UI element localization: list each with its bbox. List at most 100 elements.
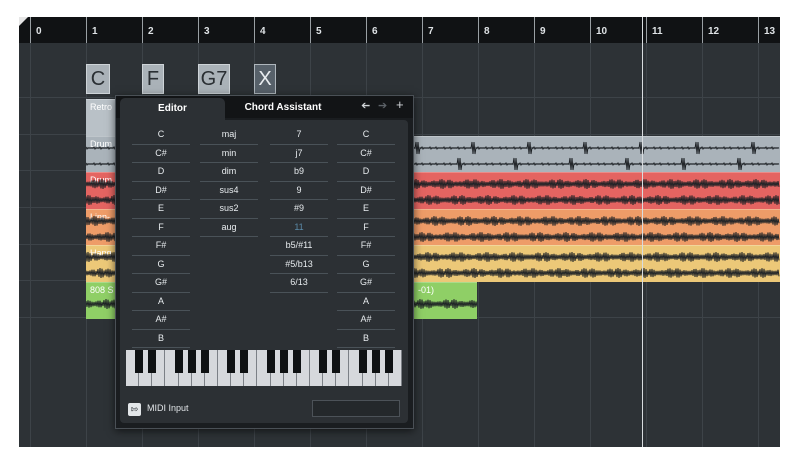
ruler-bar-tick: 4 [254,17,266,43]
piano-keyboard[interactable] [126,350,402,386]
chord-type-option[interactable]: sus4 [200,182,258,200]
root-note-column: C C# D D# E F F# G G# A A# B [132,126,190,348]
bass-note-option[interactable]: A# [337,311,395,330]
ruler-bar-tick: 13 [758,17,775,43]
timeline-ruler[interactable]: 0 1 2 3 4 5 6 7 8 9 10 11 12 13 [19,17,780,43]
ruler-bar-number: 7 [428,26,434,37]
bass-note-option[interactable]: F [337,219,395,237]
bass-note-option[interactable]: E [337,200,395,219]
ruler-bar-number: 13 [764,26,776,37]
piano-black-key[interactable] [174,350,183,373]
bass-note-option[interactable]: F# [337,237,395,256]
root-note-option[interactable]: C# [132,145,190,163]
chord-type-option[interactable]: aug [200,219,258,237]
tension-option[interactable]: 9 [270,182,328,200]
piano-black-key[interactable] [240,350,249,373]
ruler-bar-tick: 8 [478,17,490,43]
chord-event[interactable]: F [142,64,164,94]
chord-event[interactable]: X [254,64,276,94]
event-name-tail: -01) [418,285,435,295]
piano-black-key[interactable] [148,350,157,373]
ruler-bar-number: 8 [484,26,490,37]
add-icon[interactable]: + [396,97,404,112]
bass-note-option[interactable]: D# [337,182,395,200]
tension-option[interactable]: b5/#11 [270,237,328,256]
ruler-bar-number: 1 [92,26,98,37]
piano-black-key[interactable] [332,350,341,373]
tension-option[interactable]: 7 [270,126,328,145]
ruler-bar-tick: 0 [30,17,42,43]
chord-type-option[interactable]: min [200,145,258,163]
tab-chord-assistant[interactable]: Chord Assistant [233,98,333,118]
ruler-bar-tick: 2 [142,17,154,43]
ruler-bar-number: 6 [372,26,378,37]
piano-black-key[interactable] [319,350,328,373]
chord-type-option[interactable]: dim [200,163,258,182]
root-note-option[interactable]: G [132,256,190,274]
midi-input-label: MIDI Input [147,403,189,413]
midi-input-icon[interactable]: ⇰ [128,403,141,416]
ruler-bar-tick: 3 [198,17,210,43]
piano-black-key[interactable] [187,350,196,373]
tension-option[interactable]: #9 [270,200,328,219]
chord-type-option[interactable]: sus2 [200,200,258,219]
bass-note-option[interactable]: G [337,256,395,274]
root-note-option[interactable]: D# [132,182,190,200]
root-note-option[interactable]: C [132,126,190,145]
ruler-bar-tick: 1 [86,17,98,43]
piano-black-key[interactable] [266,350,275,373]
tension-option[interactable]: j7 [270,145,328,163]
piano-black-key[interactable] [135,350,144,373]
event-name: Retro [90,102,113,112]
project-window: 0 1 2 3 4 5 6 7 8 9 10 11 12 13 C F G7 X Retro Drum Drum Li… [19,17,780,447]
tension-option[interactable]: #5/b13 [270,256,328,274]
bass-note-option[interactable]: C [337,126,395,145]
ruler-bar-number: 4 [260,26,266,37]
root-note-option[interactable]: A [132,293,190,311]
chord-type-column: maj min dim sus4 sus2 aug [200,126,258,237]
piano-black-key[interactable] [227,350,236,373]
ruler-bar-tick: 6 [366,17,378,43]
bass-note-option[interactable]: C# [337,145,395,163]
tab-editor[interactable]: Editor [120,98,225,120]
chord-event[interactable]: G7 [198,64,230,94]
bass-note-option[interactable]: D [337,163,395,182]
piano-black-key[interactable] [200,350,209,373]
chord-event[interactable]: C [86,64,110,94]
midi-input-field[interactable] [312,400,400,417]
tension-option[interactable]: 11 [270,219,328,237]
event-name: 808 S [90,285,114,295]
root-note-option[interactable]: G# [132,274,190,293]
back-arrow-icon[interactable]: ➔ [361,99,370,112]
project-cursor[interactable] [642,17,643,447]
ruler-bar-number: 11 [652,26,663,37]
ruler-bar-number: 9 [540,26,546,37]
bass-note-option[interactable]: G# [337,274,395,293]
piano-black-key[interactable] [279,350,288,373]
root-note-option[interactable]: A# [132,311,190,330]
forward-arrow-icon[interactable]: ➔ [378,99,387,112]
bass-note-option[interactable]: B [337,330,395,348]
root-note-option[interactable]: E [132,200,190,219]
piano-black-key[interactable] [292,350,301,373]
bar-gridline [30,43,31,447]
root-note-option[interactable]: D [132,163,190,182]
ruler-bar-tick: 9 [534,17,546,43]
root-note-option[interactable]: F [132,219,190,237]
ruler-bar-number: 12 [708,26,720,37]
chord-type-option[interactable]: maj [200,126,258,145]
piano-black-key[interactable] [358,350,367,373]
ruler-bar-tick: 11 [646,17,663,43]
ruler-bar-number: 5 [316,26,322,37]
bass-note-option[interactable]: A [337,293,395,311]
root-note-option[interactable]: F# [132,237,190,256]
ruler-marker-icon [19,17,28,26]
tension-option[interactable]: 6/13 [270,274,328,293]
tension-option[interactable]: b9 [270,163,328,182]
piano-black-key[interactable] [384,350,393,373]
ruler-bar-tick: 10 [590,17,607,43]
piano-black-key[interactable] [371,350,380,373]
root-note-option[interactable]: B [132,330,190,348]
ruler-bar-number: 2 [148,26,154,37]
ruler-bar-tick: 5 [310,17,322,43]
